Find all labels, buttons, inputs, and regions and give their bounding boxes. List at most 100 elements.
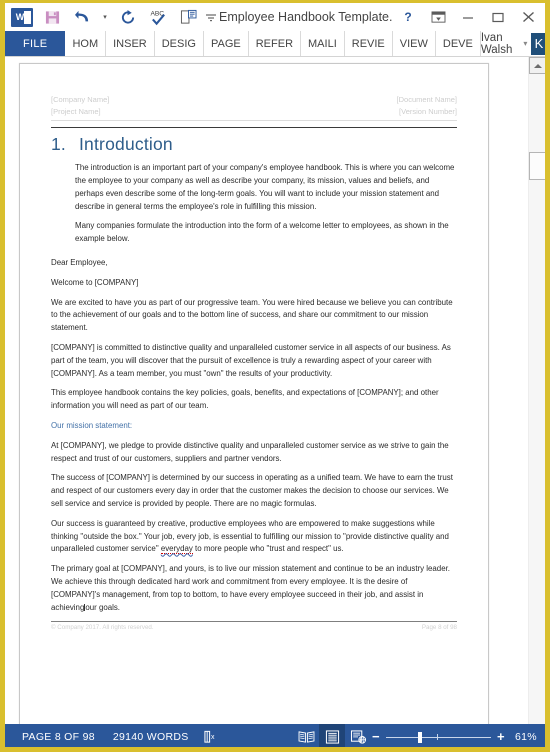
tab-mailings[interactable]: MAILI xyxy=(301,31,345,56)
zoom-slider-midpoint xyxy=(437,733,439,740)
footer-page-number: Page 8 of 98 xyxy=(421,624,457,632)
zoom-controls: − + 61% xyxy=(371,729,545,744)
redo-arrow-glyph xyxy=(121,9,135,24)
tab-insert[interactable]: INSER xyxy=(106,31,155,56)
letter-paragraph-3: This employee handbook contains the key … xyxy=(51,388,439,411)
window-controls: ? xyxy=(393,4,543,30)
account-area[interactable]: Ivan Walsh ▾ K xyxy=(480,31,545,56)
zoom-out-button[interactable]: − xyxy=(371,729,381,744)
minimize-button[interactable] xyxy=(453,4,483,30)
quick-access-toolbar: W ▾ ABC xyxy=(7,4,219,30)
ribbon-display-options-icon xyxy=(431,10,445,23)
account-name: Ivan Walsh xyxy=(480,31,513,56)
save-icon[interactable] xyxy=(37,4,67,30)
close-icon xyxy=(522,11,534,23)
customize-qat-glyph xyxy=(206,14,216,22)
primary-goal-paragraph: The primary goal at [COMPANY], and yours… xyxy=(51,563,457,614)
document-title: Employee Handbook Template... xyxy=(219,10,393,24)
success-paragraph: Our success is guaranteed by creative, p… xyxy=(51,518,457,556)
mission-statement-label: Our mission statement: xyxy=(51,421,133,430)
document-page[interactable]: [Company Name] [Project Name] [Document … xyxy=(19,63,489,724)
undo-arrow-glyph xyxy=(75,10,89,22)
restore-button[interactable] xyxy=(483,4,513,30)
print-preview-icon[interactable] xyxy=(173,4,203,30)
letter-paragraph-1: We are excited to have you as part of ou… xyxy=(51,297,453,333)
scroll-up-arrow-icon[interactable] xyxy=(529,57,545,74)
goal-text-part-2: our goals. xyxy=(85,602,120,612)
document-footer: © Company 2017. All rights reserved. Pag… xyxy=(51,621,457,631)
web-layout-glyph xyxy=(350,729,366,744)
scrollbar-thumb[interactable] xyxy=(529,152,545,180)
tab-view[interactable]: VIEW xyxy=(393,31,436,56)
letter-welcome-line: Welcome to [COMPANY] xyxy=(51,277,139,287)
scroll-up-triangle xyxy=(533,63,542,68)
page-title: 1. Introduction xyxy=(51,127,457,155)
help-button[interactable]: ? xyxy=(393,4,423,30)
tab-file[interactable]: FILE xyxy=(5,31,66,56)
header-project-name: [Project Name] xyxy=(51,106,101,116)
close-button[interactable] xyxy=(513,4,543,30)
restore-icon xyxy=(492,12,504,22)
intro-indented-block: The introduction is an important part of… xyxy=(51,162,457,246)
intro-paragraph-1: The introduction is an important part of… xyxy=(75,163,455,211)
document-header-right: [Document Name] [Version Number] xyxy=(397,94,457,117)
undo-dropdown-caret: ▾ xyxy=(103,14,107,21)
header-document-name: [Document Name] xyxy=(396,95,457,104)
print-preview-glyph xyxy=(180,9,196,24)
mission-paragraph-2: The success of [COMPANY] is determined b… xyxy=(51,473,453,508)
undo-icon[interactable] xyxy=(67,4,97,30)
tab-page-layout[interactable]: PAGE xyxy=(204,31,249,56)
zoom-slider-track xyxy=(386,736,491,738)
undo-dropdown-icon[interactable]: ▾ xyxy=(97,4,113,30)
help-icon: ? xyxy=(404,10,412,24)
header-company-name: [Company Name] xyxy=(51,95,110,104)
tab-references[interactable]: REFER xyxy=(249,31,302,56)
word-app-icon-letter: W xyxy=(15,12,24,22)
vertical-scrollbar[interactable] xyxy=(528,57,545,724)
document-header-left: [Company Name] [Project Name] xyxy=(51,94,109,117)
status-bar: PAGE 8 OF 98 29140 WORDS x − + 61% xyxy=(5,724,545,747)
success-text-part-2: to more people who "trust and respect" u… xyxy=(192,544,344,554)
title-bar: W ▾ ABC Employee Handbook Template... ? xyxy=(5,3,545,31)
redo-icon[interactable] xyxy=(113,4,143,30)
spelling-proofing-icon[interactable]: x xyxy=(198,724,224,747)
tab-home[interactable]: HOM xyxy=(65,31,107,56)
save-glyph xyxy=(45,10,59,24)
web-layout-view-icon[interactable] xyxy=(345,724,371,747)
intro-paragraph-2: Many companies formulate the introductio… xyxy=(75,221,449,244)
spelling-icon[interactable]: ABC xyxy=(143,4,173,30)
tab-design[interactable]: DESIG xyxy=(155,31,204,56)
spelling-check-glyph: ABC xyxy=(150,10,165,25)
read-mode-view-icon[interactable] xyxy=(293,724,319,747)
heading-number: 1. xyxy=(51,134,66,155)
tab-review[interactable]: REVIE xyxy=(345,31,393,56)
print-layout-view-icon[interactable] xyxy=(319,724,345,747)
footer-copyright: © Company 2017. All rights reserved. xyxy=(51,624,154,632)
document-canvas[interactable]: [Company Name] [Project Name] [Document … xyxy=(5,57,528,724)
zoom-level[interactable]: 61% xyxy=(511,731,537,743)
document-header: [Company Name] [Project Name] [Document … xyxy=(51,94,457,122)
read-mode-glyph xyxy=(298,730,314,743)
print-layout-glyph xyxy=(325,729,339,744)
word-count[interactable]: 29140 WORDS xyxy=(104,731,198,743)
page-indicator[interactable]: PAGE 8 OF 98 xyxy=(13,731,104,743)
ribbon-display-options-button[interactable] xyxy=(423,4,453,30)
mission-paragraph-1: At [COMPANY], we pledge to provide disti… xyxy=(51,440,449,463)
avatar[interactable]: K xyxy=(531,32,545,55)
word-application-window: W ▾ ABC Employee Handbook Template... ? … xyxy=(0,0,550,752)
svg-text:x: x xyxy=(211,733,215,740)
zoom-in-button[interactable]: + xyxy=(496,729,506,744)
letter-salutation: Dear Employee, xyxy=(51,258,108,268)
account-dropdown-caret-icon[interactable]: ▾ xyxy=(523,39,527,48)
ribbon-tab-strip: FILE HOM INSER DESIG PAGE REFER MAILI RE… xyxy=(5,31,545,57)
word-app-icon[interactable]: W xyxy=(7,4,37,30)
tab-developer[interactable]: DEVE xyxy=(436,31,481,56)
header-version-number: [Version Number] xyxy=(399,106,457,116)
misspelled-word[interactable]: everyday xyxy=(160,544,193,555)
zoom-slider[interactable] xyxy=(386,731,491,743)
zoom-slider-thumb[interactable] xyxy=(417,731,422,743)
minimize-icon xyxy=(463,17,473,19)
letter-paragraph-2: [COMPANY] is committed to distinctive qu… xyxy=(51,343,451,378)
customize-qat-icon[interactable] xyxy=(203,4,219,30)
heading-text: Introduction xyxy=(79,134,173,155)
